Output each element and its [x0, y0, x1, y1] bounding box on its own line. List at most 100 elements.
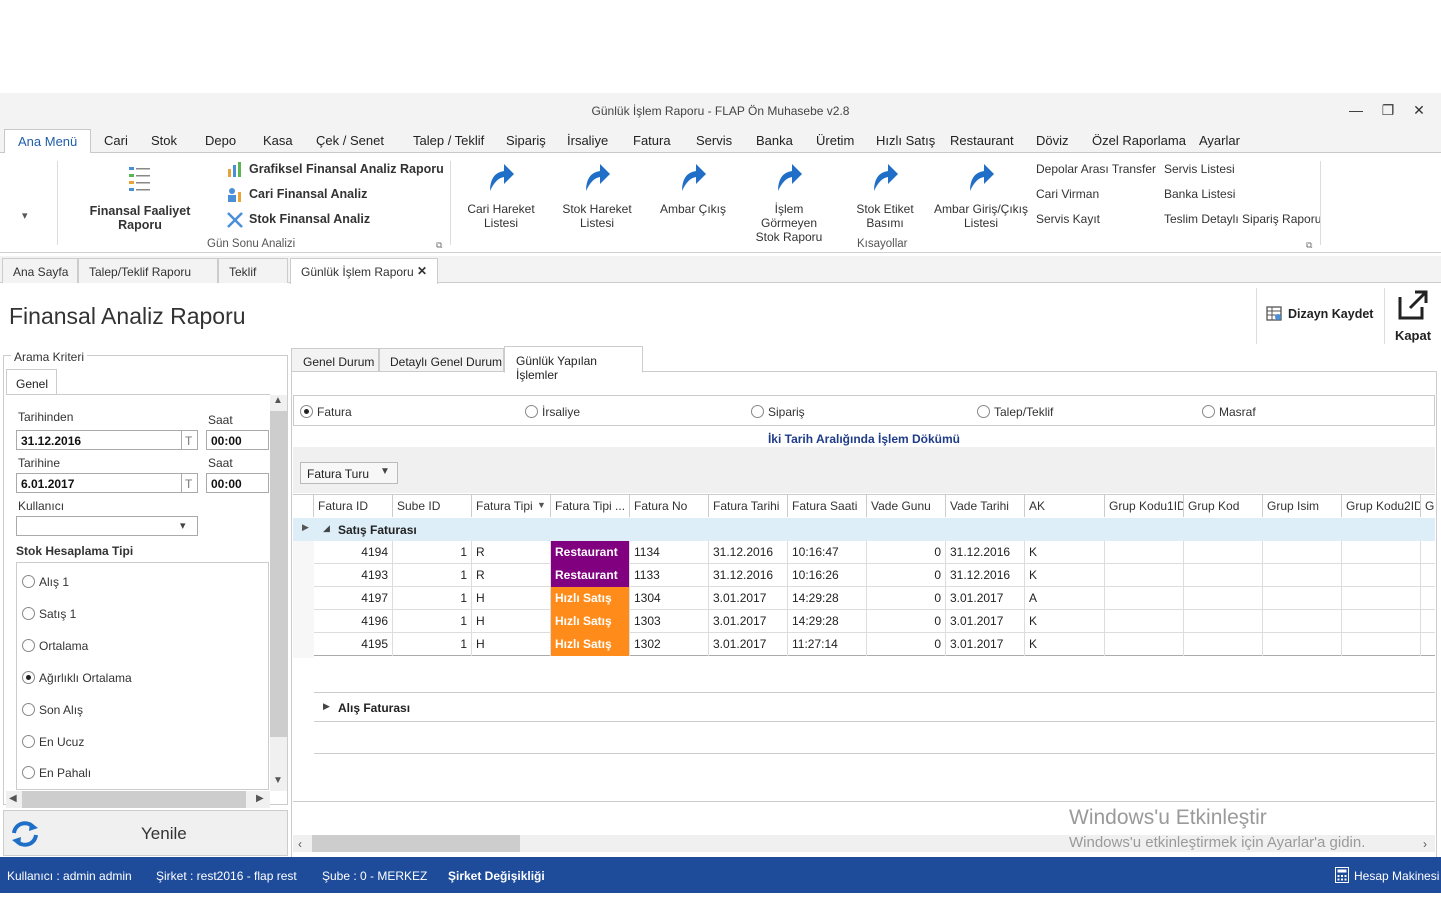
- table-row[interactable]: 4195 1 H Hızlı Satış 1302 3.01.2017 11:2…: [314, 633, 1435, 656]
- date-picker-button[interactable]: T: [181, 473, 198, 493]
- saat-input-1[interactable]: 00:00: [206, 430, 269, 450]
- menu-ana-menu[interactable]: Ana Menü: [4, 129, 92, 154]
- finansal-faaliyet-button[interactable]: Finansal Faaliyet Raporu: [70, 165, 210, 232]
- yenile-button[interactable]: Yenile: [3, 810, 288, 856]
- menu-talep-teklif[interactable]: Talep / Teklif: [413, 133, 484, 148]
- depolar-arasi-transfer-link[interactable]: Depolar Arası Transfer: [1036, 162, 1156, 176]
- menu-servis[interactable]: Servis: [696, 133, 732, 148]
- close-window-button[interactable]: ✕: [1409, 101, 1429, 119]
- expand-icon[interactable]: ▶: [323, 701, 330, 712]
- radio-en-ucuz[interactable]: [22, 735, 35, 748]
- col-grup-kodu1id[interactable]: Grup Kodu1ID: [1105, 495, 1184, 517]
- table-row[interactable]: 4194 1 R Restaurant 1134 31.12.2016 10:1…: [314, 541, 1435, 564]
- col-sube-id[interactable]: Sube ID: [393, 495, 472, 517]
- radio-son-alis[interactable]: [22, 703, 35, 716]
- minimize-button[interactable]: —: [1346, 101, 1366, 119]
- col-fatura-tipi-adi[interactable]: Fatura Tipi ...: [551, 495, 630, 517]
- group-row-satis[interactable]: ▶ ◢ Satış Faturası: [293, 518, 1435, 541]
- dialog-launcher-icon[interactable]: ⧉: [1306, 240, 1312, 251]
- teslim-detayli-siparis-link[interactable]: Teslim Detaylı Sipariş Raporu: [1164, 212, 1321, 226]
- scroll-left-icon[interactable]: ‹: [298, 837, 302, 851]
- tab-gunluk-yapilan-islemler[interactable]: Günlük Yapılan İşlemler: [504, 346, 643, 382]
- radio-siparis[interactable]: [751, 405, 764, 418]
- tab-detayli-genel-durum[interactable]: Detaylı Genel Durum: [379, 348, 504, 372]
- group-by-fatura-turu[interactable]: Fatura Turu ▼: [300, 462, 398, 484]
- radio-agirlikli-ortalama[interactable]: [22, 671, 35, 684]
- menu-ozel-raporlama[interactable]: Özel Raporlama: [1092, 133, 1186, 148]
- menu-ayarlar[interactable]: Ayarlar: [1199, 133, 1240, 148]
- radio-alis-1[interactable]: [22, 575, 35, 588]
- doctab-teklif[interactable]: Teklif: [218, 258, 288, 283]
- menu-kasa[interactable]: Kasa: [263, 133, 293, 148]
- criteria-hscroll-thumb[interactable]: [22, 791, 246, 808]
- col-fatura-saati[interactable]: Fatura Saati: [788, 495, 867, 517]
- chevron-down-icon[interactable]: ▾: [180, 519, 186, 532]
- col-ak[interactable]: AK: [1025, 495, 1105, 517]
- scroll-up-icon[interactable]: ▲: [273, 395, 283, 406]
- menu-restaurant[interactable]: Restaurant: [950, 133, 1014, 148]
- col-grup-kodu2id[interactable]: Grup Kodu2ID: [1342, 495, 1421, 517]
- tab-genel[interactable]: Genel: [6, 369, 57, 395]
- col-gr[interactable]: Gr: [1421, 495, 1435, 517]
- menu-irsaliye[interactable]: İrsaliye: [567, 133, 608, 148]
- radio-fatura[interactable]: [300, 405, 313, 418]
- stok-etiket-button[interactable]: Stok Etiket Basımı: [850, 161, 920, 230]
- table-row[interactable]: 4193 1 R Restaurant 1133 31.12.2016 10:1…: [314, 564, 1435, 587]
- radio-irsaliye[interactable]: [525, 405, 538, 418]
- kapat-button[interactable]: Kapat: [1391, 289, 1435, 345]
- islem-gormeyen-button[interactable]: İşlem Görmeyen Stok Raporu: [745, 161, 833, 244]
- col-fatura-id[interactable]: Fatura ID: [314, 495, 393, 517]
- menu-siparis[interactable]: Sipariş: [506, 133, 546, 148]
- banka-listesi-link[interactable]: Banka Listesi: [1164, 187, 1235, 201]
- col-grup-isim[interactable]: Grup Isim: [1263, 495, 1342, 517]
- hesap-makinesi-link[interactable]: Hesap Makinesi: [1354, 869, 1439, 883]
- col-vade-gunu[interactable]: Vade Gunu: [867, 495, 946, 517]
- menu-uretim[interactable]: Üretim: [816, 133, 854, 148]
- collapse-icon[interactable]: ◢: [323, 523, 330, 534]
- table-row[interactable]: 4197 1 H Hızlı Satış 1304 3.01.2017 14:2…: [314, 587, 1435, 610]
- radio-en-pahali[interactable]: [22, 766, 35, 779]
- menu-fatura[interactable]: Fatura: [633, 133, 671, 148]
- sirket-degisikligi-link[interactable]: Şirket Değişikliği: [448, 869, 545, 883]
- cari-hareket-button[interactable]: Cari Hareket Listesi: [462, 161, 540, 230]
- tab-genel-durum[interactable]: Genel Durum: [291, 348, 379, 372]
- menu-hizli-satis[interactable]: Hızlı Satış: [876, 133, 935, 148]
- menu-depo[interactable]: Depo: [205, 133, 236, 148]
- saat-input-2[interactable]: 00:00: [206, 473, 269, 493]
- criteria-scroll-thumb[interactable]: [270, 411, 287, 737]
- col-fatura-no[interactable]: Fatura No: [630, 495, 709, 517]
- menu-banka[interactable]: Banka: [756, 133, 793, 148]
- menu-cek-senet[interactable]: Çek / Senet: [316, 133, 384, 148]
- ambar-giris-cikis-button[interactable]: Ambar Giriş/Çıkış Listesi: [934, 161, 1028, 230]
- doctab-talep-teklif-raporu[interactable]: Talep/Teklif Raporu: [78, 258, 218, 283]
- radio-satis-1[interactable]: [22, 607, 35, 620]
- group-row-alis[interactable]: ▶ Alış Faturası: [314, 694, 1435, 722]
- radio-talep-teklif[interactable]: [977, 405, 990, 418]
- tarihinden-input[interactable]: 31.12.2016: [16, 430, 182, 450]
- col-fatura-tipi[interactable]: Fatura Tipi ▼: [472, 495, 551, 517]
- ribbon-collapse-button[interactable]: ▾: [22, 209, 28, 222]
- date-picker-button[interactable]: T: [181, 430, 198, 450]
- servis-listesi-link[interactable]: Servis Listesi: [1164, 162, 1235, 176]
- menu-cari[interactable]: Cari: [104, 133, 128, 148]
- grid-hscroll-thumb[interactable]: [312, 835, 520, 852]
- scroll-right-icon[interactable]: ›: [1423, 837, 1427, 851]
- doctab-gunluk-islem-raporu[interactable]: Günlük İşlem Raporu ✕: [290, 258, 438, 284]
- scroll-left-icon[interactable]: ◀: [9, 793, 17, 804]
- scroll-right-icon[interactable]: ▶: [256, 793, 264, 804]
- radio-masraf[interactable]: [1202, 405, 1215, 418]
- col-fatura-tarihi[interactable]: Fatura Tarihi: [709, 495, 788, 517]
- stok-hareket-button[interactable]: Stok Hareket Listesi: [557, 161, 637, 230]
- cari-virman-link[interactable]: Cari Virman: [1036, 187, 1099, 201]
- maximize-button[interactable]: ❐: [1378, 101, 1398, 119]
- table-row[interactable]: 4196 1 H Hızlı Satış 1303 3.01.2017 14:2…: [314, 610, 1435, 633]
- col-grup-kod[interactable]: Grup Kod: [1184, 495, 1263, 517]
- col-vade-tarihi[interactable]: Vade Tarihi: [946, 495, 1025, 517]
- tarihine-input[interactable]: 6.01.2017: [16, 473, 182, 493]
- menu-stok[interactable]: Stok: [151, 133, 177, 148]
- servis-kayit-link[interactable]: Servis Kayıt: [1036, 212, 1100, 226]
- close-tab-icon[interactable]: ✕: [417, 264, 427, 278]
- dialog-launcher-icon[interactable]: ⧉: [436, 240, 442, 251]
- scroll-down-icon[interactable]: ▼: [273, 775, 283, 786]
- doctab-ana-sayfa[interactable]: Ana Sayfa: [2, 258, 78, 283]
